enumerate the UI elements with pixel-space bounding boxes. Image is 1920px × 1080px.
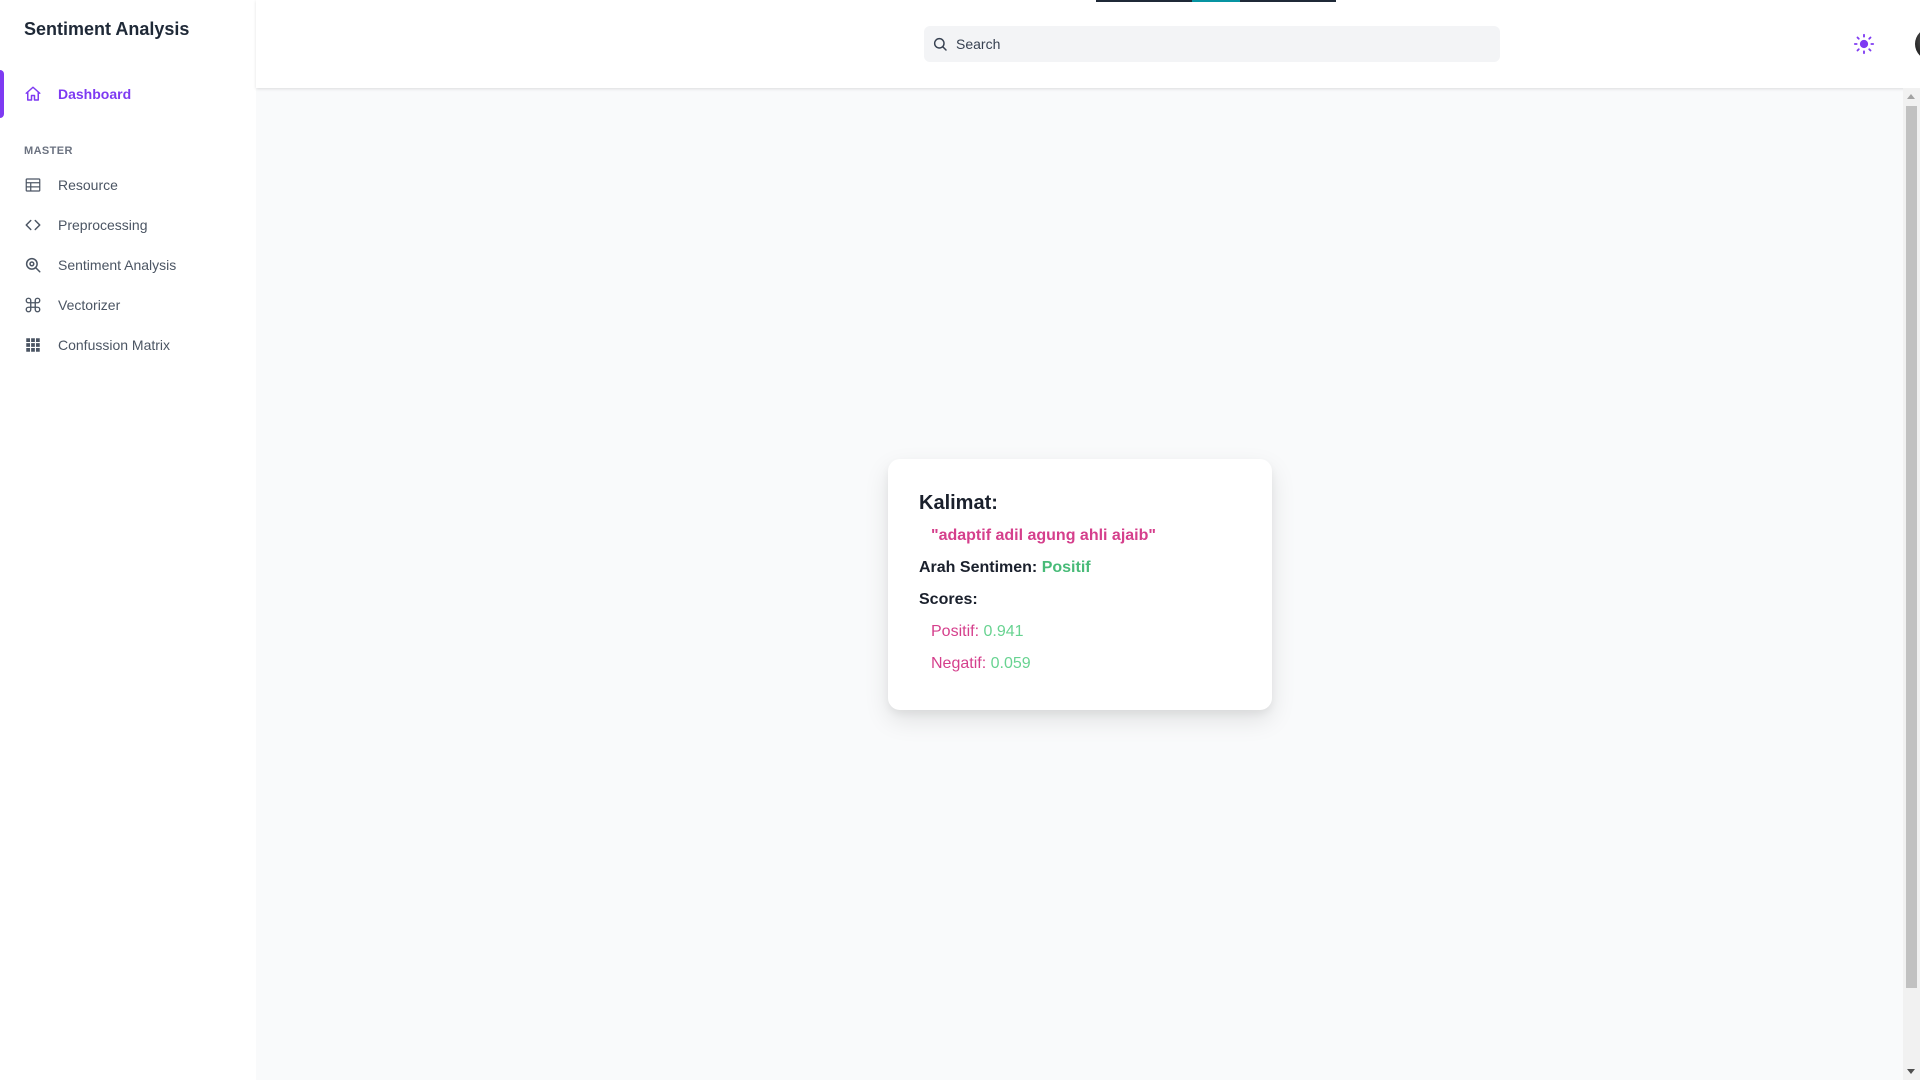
code-icon — [24, 216, 42, 234]
sidebar-item-sentiment-analysis[interactable]: Sentiment Analysis — [0, 245, 256, 285]
search-zoom-icon — [24, 256, 42, 274]
sidebar-item-label: Confussion Matrix — [58, 337, 171, 353]
sentiment-direction-label: Arah Sentimen: — [919, 559, 1038, 576]
home-icon — [24, 85, 42, 103]
app-title[interactable]: Sentiment Analysis — [24, 19, 189, 40]
grid-icon — [24, 336, 42, 354]
result-title: Kalimat: — [919, 492, 998, 514]
search-icon — [932, 36, 948, 52]
vertical-scrollbar[interactable] — [1903, 88, 1920, 1080]
sidebar-item-label: Dashboard — [58, 86, 132, 102]
sidebar-item-dashboard[interactable]: Dashboard — [0, 70, 256, 118]
theme-toggle-button[interactable] — [1853, 33, 1875, 55]
sentiment-direction-row: Arah Sentimen: Positif — [919, 557, 1241, 579]
sentiment-result-card: Kalimat: "adaptif adil agung ahli ajaib"… — [888, 459, 1272, 710]
score-value: 0.059 — [990, 655, 1031, 672]
score-row-positif: Positif: 0.941 — [919, 621, 1241, 643]
sidebar: Sentiment Analysis Dashboard MASTER Reso… — [0, 0, 256, 1080]
search-box[interactable] — [924, 26, 1500, 62]
sidebar-item-label: Vectorizer — [58, 297, 121, 313]
scroll-down-arrow-icon[interactable] — [1907, 1069, 1915, 1074]
search-input[interactable] — [924, 26, 1500, 62]
score-value: 0.941 — [983, 623, 1024, 640]
sidebar-item-label: Preprocessing — [58, 217, 148, 233]
result-sentence: "adaptif adil agung ahli ajaib" — [931, 527, 1156, 544]
top-progress-segment — [1192, 0, 1240, 2]
sentiment-direction-value: Positif — [1041, 559, 1091, 576]
score-row-negatif: Negatif: 0.059 — [919, 653, 1241, 675]
scroll-up-arrow-icon[interactable] — [1907, 94, 1915, 99]
sidebar-item-confussion-matrix[interactable]: Confussion Matrix — [0, 325, 256, 365]
scrollbar-thumb[interactable] — [1906, 106, 1917, 988]
score-label: Positif: — [931, 623, 980, 640]
score-label: Negatif: — [931, 655, 987, 672]
sidebar-item-vectorizer[interactable]: Vectorizer — [0, 285, 256, 325]
top-progress-stripe — [1096, 0, 1336, 2]
sidebar-item-label: Sentiment Analysis — [58, 257, 177, 273]
sidebar-item-label: Resource — [58, 177, 118, 193]
command-icon — [24, 296, 42, 314]
sidebar-item-resource[interactable]: Resource — [0, 165, 256, 205]
top-header — [256, 0, 1920, 88]
sun-icon — [1853, 33, 1875, 55]
user-avatar[interactable] — [1915, 28, 1920, 60]
sidebar-item-preprocessing[interactable]: Preprocessing — [0, 205, 256, 245]
scores-label: Scores: — [919, 591, 978, 608]
section-label-master: MASTER — [24, 145, 73, 157]
table-icon — [24, 176, 42, 194]
